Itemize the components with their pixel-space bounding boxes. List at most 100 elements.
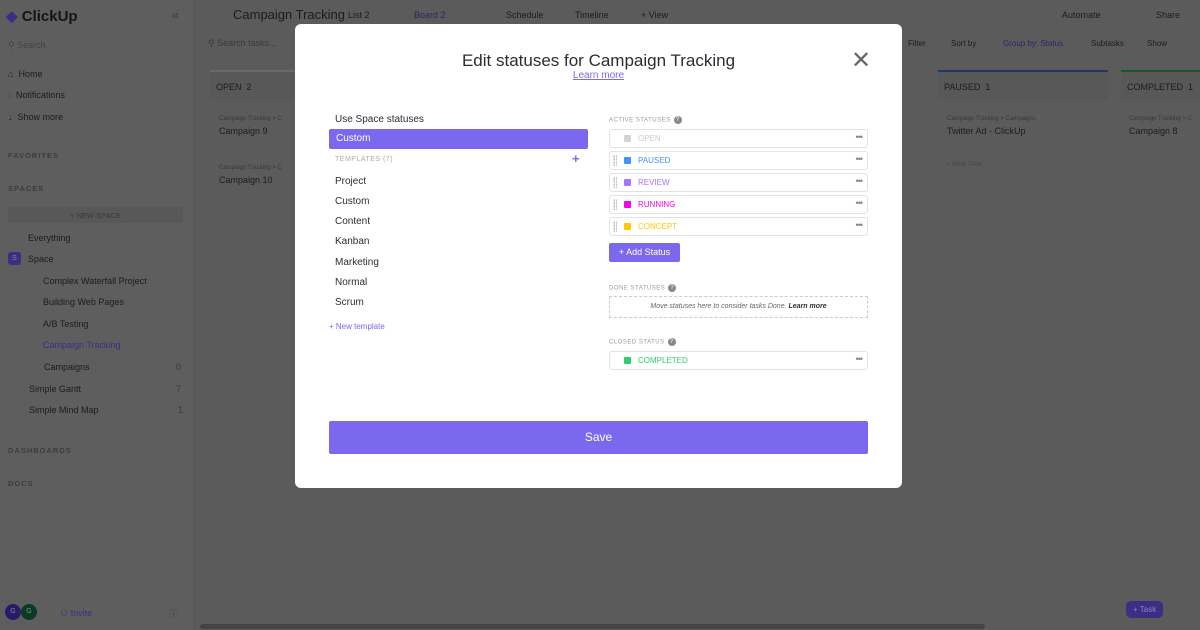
status-row-open[interactable]: OPEN •••	[609, 129, 868, 148]
share-button[interactable]: Share	[1156, 10, 1180, 20]
status-row-concept[interactable]: CONCEPT •••	[609, 217, 868, 236]
tab-schedule[interactable]: Schedule	[506, 10, 544, 20]
list-item[interactable]: Campaigns	[44, 362, 90, 372]
docs-section[interactable]: DOCS	[8, 479, 34, 488]
add-task-button[interactable]: + Task	[1126, 601, 1164, 618]
automate-button[interactable]: Automate	[1062, 10, 1101, 20]
template-item[interactable]: Marketing	[335, 257, 379, 268]
status-color-swatch[interactable]	[624, 135, 631, 142]
task-card[interactable]: Campaign Tracking > C Campaign 10	[219, 165, 282, 185]
status-row-running[interactable]: RUNNING •••	[609, 195, 868, 214]
add-template-icon[interactable]: +	[572, 151, 580, 166]
folder-item[interactable]: Complex Waterfall Project	[43, 276, 147, 286]
folder-item[interactable]: A/B Testing	[43, 319, 88, 329]
status-color-swatch[interactable]	[624, 201, 631, 208]
add-view-button[interactable]: + View	[641, 10, 668, 20]
drag-handle-icon[interactable]	[613, 155, 617, 166]
drag-handle-icon[interactable]	[613, 177, 617, 188]
status-color-swatch[interactable]	[624, 357, 631, 364]
list-item[interactable]: Simple Gantt	[29, 384, 81, 394]
folder-item[interactable]: Building Web Pages	[43, 297, 124, 307]
help-icon[interactable]: ?	[667, 338, 676, 346]
sidebar-item-space[interactable]: Space	[28, 254, 54, 264]
active-statuses-label: ACTIVE STATUSES?	[609, 116, 682, 124]
help-icon[interactable]: ⓘ	[169, 607, 178, 620]
status-name[interactable]: REVIEW	[638, 178, 670, 187]
clickup-logo[interactable]: ◆ ClickUp	[6, 7, 78, 25]
more-options-icon[interactable]: •••	[856, 176, 864, 186]
status-color-swatch[interactable]	[624, 179, 631, 186]
status-color-swatch[interactable]	[624, 157, 631, 164]
new-task-button[interactable]: + NEW TASK	[947, 162, 983, 168]
more-options-icon[interactable]: •••	[856, 220, 864, 230]
sidebar-item-show-more[interactable]: ↓ Show more	[8, 112, 63, 122]
show-button[interactable]: Show	[1147, 39, 1167, 48]
more-options-icon[interactable]: •••	[856, 132, 864, 142]
sidebar-item-notifications[interactable]: ◌ Notifications	[8, 90, 65, 100]
filter-button[interactable]: Filter	[908, 39, 926, 48]
status-name[interactable]: OPEN	[638, 134, 661, 143]
close-icon[interactable]: ✕	[851, 46, 871, 75]
save-button[interactable]: Save	[329, 421, 868, 454]
task-card[interactable]: Campaign Tracking > C Campaign 9	[219, 116, 282, 136]
help-icon[interactable]: ?	[673, 116, 682, 124]
dashboards-section[interactable]: DASHBOARDS	[8, 446, 72, 455]
more-options-icon[interactable]: •••	[856, 354, 864, 364]
group-by-button[interactable]: Group by: Status	[1003, 39, 1063, 48]
tab-timeline[interactable]: Timeline	[575, 10, 609, 20]
status-name[interactable]: RUNNING	[638, 200, 675, 209]
status-name[interactable]: CONCEPT	[638, 222, 677, 231]
label-text: ACTIVE STATUSES	[609, 117, 671, 124]
template-item[interactable]: Custom	[335, 196, 369, 207]
logo-icon: ◆	[6, 8, 18, 25]
status-row-paused[interactable]: PAUSED •••	[609, 151, 868, 170]
selected-custom-option[interactable]: Custom	[329, 129, 588, 149]
list-item[interactable]: Simple Mind Map	[29, 405, 99, 415]
add-status-button[interactable]: + Add Status	[609, 243, 680, 262]
done-statuses-dropzone[interactable]: Move statuses here to consider tasks Don…	[609, 296, 868, 318]
avatar[interactable]: G	[5, 604, 21, 620]
sort-button[interactable]: Sort by	[951, 39, 976, 48]
tab-list[interactable]: List 2	[348, 10, 370, 20]
favorites-section[interactable]: FAVORITES	[8, 151, 59, 160]
horizontal-scrollbar[interactable]	[200, 624, 985, 629]
tab-board[interactable]: Board 2	[414, 10, 446, 20]
drag-handle-icon[interactable]	[613, 221, 617, 232]
done-learn-more-link[interactable]: Learn more	[789, 303, 827, 310]
sidebar-item-home[interactable]: ⌂ Home	[8, 69, 42, 79]
task-search-input[interactable]: ⚲ Search tasks...	[208, 38, 277, 49]
task-card[interactable]: Campaign Tracking > Campaigns Twitter Ad …	[947, 116, 1036, 136]
search-input[interactable]: ⚲ Search	[8, 40, 46, 51]
use-space-statuses-option[interactable]: Use Space statuses	[335, 114, 424, 125]
search-placeholder: Search	[17, 40, 46, 50]
learn-more-link[interactable]: Learn more	[295, 70, 902, 81]
status-row-review[interactable]: REVIEW •••	[609, 173, 868, 192]
tab-label: List	[348, 10, 363, 20]
task-card[interactable]: Campaign Tracking > C Campaign 8	[1129, 116, 1192, 136]
new-space-button[interactable]: + NEW SPACE	[8, 207, 183, 223]
drag-handle-icon[interactable]	[613, 199, 617, 210]
folder-item-active[interactable]: Campaign Tracking	[43, 340, 121, 350]
help-icon[interactable]: ?	[668, 284, 677, 292]
template-item[interactable]: Content	[335, 216, 370, 227]
template-item[interactable]: Scrum	[335, 297, 364, 308]
status-color-swatch[interactable]	[624, 223, 631, 230]
space-avatar: S	[8, 252, 21, 265]
template-item[interactable]: Normal	[335, 277, 367, 288]
edit-statuses-modal: Edit statuses for Campaign Tracking Lear…	[295, 24, 902, 488]
card-title: Campaign 8	[1129, 126, 1178, 136]
status-row-completed[interactable]: COMPLETED •••	[609, 351, 868, 370]
more-options-icon[interactable]: •••	[856, 154, 864, 164]
collapse-sidebar-icon[interactable]: «	[172, 8, 179, 22]
template-item[interactable]: Project	[335, 176, 366, 187]
template-item[interactable]: Kanban	[335, 236, 369, 247]
status-name[interactable]: COMPLETED	[638, 356, 688, 365]
new-template-link[interactable]: + New template	[329, 322, 385, 331]
avatar[interactable]: G	[21, 604, 37, 620]
invite-button[interactable]: ⚇ Invite	[60, 608, 92, 619]
more-options-icon[interactable]: •••	[856, 198, 864, 208]
spaces-section[interactable]: SPACES	[8, 184, 44, 193]
subtasks-button[interactable]: Subtasks	[1091, 39, 1124, 48]
sidebar-item-everything[interactable]: Everything	[28, 233, 71, 243]
status-name[interactable]: PAUSED	[638, 156, 670, 165]
